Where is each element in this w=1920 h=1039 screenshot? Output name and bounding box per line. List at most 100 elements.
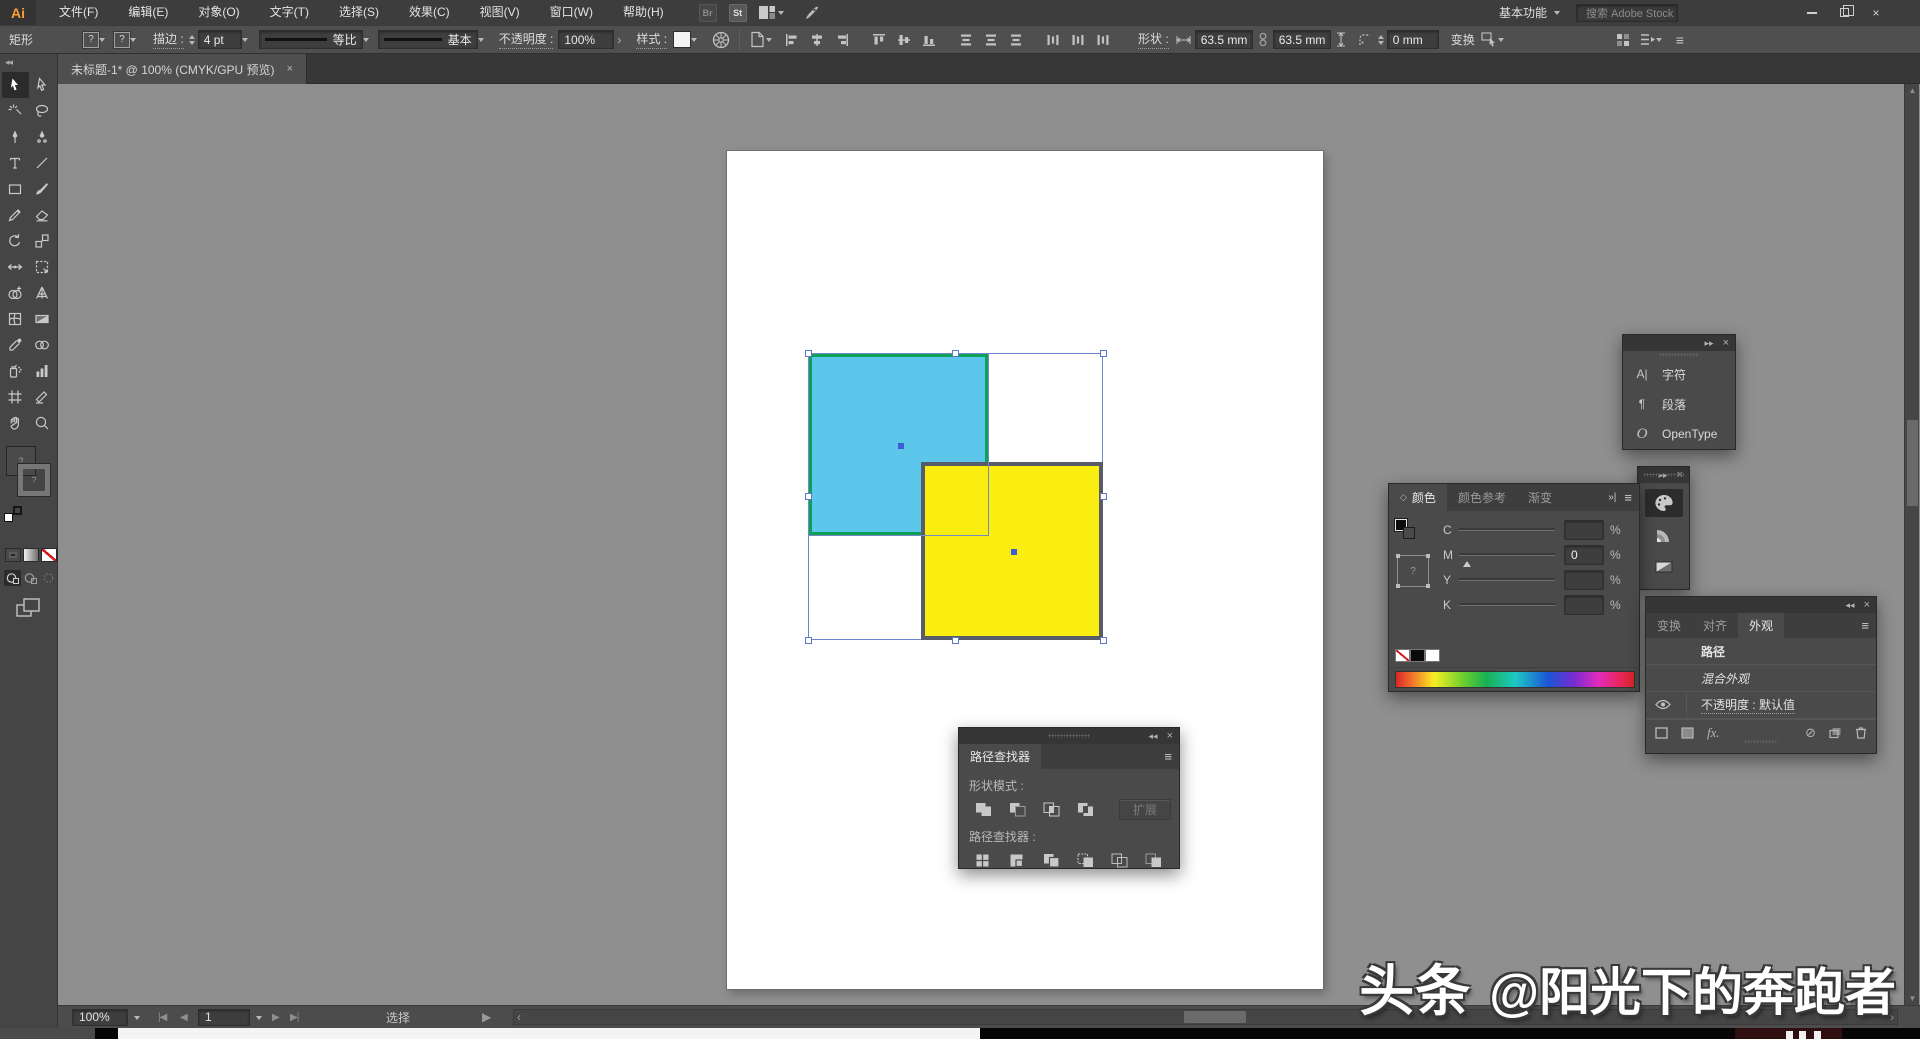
none-mode-button[interactable] — [41, 548, 57, 562]
next-artboard-button[interactable]: ▶ — [272, 1008, 279, 1026]
shape-label[interactable]: 形状 : — [1138, 30, 1169, 49]
color-menu-icon[interactable]: ≡ — [1624, 490, 1632, 505]
channel-slider[interactable] — [1459, 528, 1555, 531]
selection-handle[interactable] — [952, 350, 959, 357]
black-swatch[interactable] — [1410, 649, 1425, 662]
rectangle-tool[interactable] — [2, 176, 29, 202]
document-setup-icon[interactable] — [749, 31, 772, 48]
arrange-documents-icon[interactable] — [759, 6, 784, 19]
gradient-mode-button[interactable] — [23, 548, 39, 562]
arrange-documents-caret-icon[interactable] — [778, 11, 784, 18]
magic-wand-tool[interactable] — [2, 98, 29, 124]
document-tab[interactable]: 未标题-1* @ 100% (CMYK/GPU 预览) × — [58, 54, 307, 84]
channel-slider[interactable] — [1459, 553, 1555, 556]
appearance-collapse-icon[interactable]: ◂◂ — [1846, 600, 1855, 611]
color-collapse-icon[interactable]: ◇ — [1400, 492, 1407, 503]
tab-对齐[interactable]: 对齐 — [1692, 613, 1738, 638]
column-graph-tool[interactable] — [29, 358, 56, 384]
menu-item-8[interactable]: 帮助(H) — [608, 0, 679, 25]
align-v-bottom-icon[interactable] — [919, 31, 939, 49]
appearance-row-mixed[interactable]: 混合外观 — [1646, 665, 1876, 692]
draw-inside-icon[interactable] — [40, 570, 57, 586]
outline-button[interactable] — [1107, 850, 1131, 870]
rotate-tool[interactable] — [2, 228, 29, 254]
shape-width-field[interactable]: 63.5 mm — [1195, 30, 1253, 49]
fill-color-swatch[interactable]: ? — [83, 32, 99, 48]
scale-tool[interactable] — [29, 228, 56, 254]
selection-handle[interactable] — [1100, 493, 1107, 500]
close-button[interactable]: × — [1860, 0, 1892, 25]
shape-builder-tool[interactable] — [2, 280, 29, 306]
clear-appearance-icon[interactable]: ⊘ — [1805, 725, 1816, 741]
app-logo[interactable]: Ai — [0, 0, 36, 25]
channel-slider[interactable] — [1459, 603, 1555, 606]
selection-handle[interactable] — [1100, 637, 1107, 644]
type-dock-expand-icon[interactable]: ▸▸ — [1705, 338, 1714, 349]
gpu-performance-icon[interactable] — [804, 5, 820, 21]
opacity-field[interactable]: 100% — [558, 30, 614, 49]
tab-外观[interactable]: 外观 — [1738, 613, 1784, 638]
fill-color-caret-icon[interactable] — [99, 38, 105, 45]
corner-radius-stepper[interactable] — [1378, 32, 1384, 48]
artboard-number-field[interactable]: 1 — [198, 1009, 250, 1026]
more-tabs-icon[interactable]: »| — [1608, 492, 1616, 503]
artboard-tool[interactable] — [2, 384, 29, 410]
stroke-weight-caret-icon[interactable] — [242, 38, 248, 45]
tab-color-guide[interactable]: 颜色参考 — [1447, 484, 1517, 511]
last-artboard-button[interactable]: ▶| — [290, 1008, 298, 1026]
menu-item-3[interactable]: 文字(T) — [255, 0, 324, 25]
type-tool[interactable] — [2, 150, 29, 176]
eyedropper-tool[interactable] — [2, 332, 29, 358]
opacity-row-label[interactable]: 不透明度 : 默认值 — [1701, 696, 1795, 714]
dist-v-bottom-icon[interactable] — [1006, 31, 1026, 49]
selection-handle[interactable] — [805, 350, 812, 357]
selection-handle[interactable] — [805, 493, 812, 500]
appearance-row-opacity[interactable]: 不透明度 : 默认值 — [1646, 692, 1876, 719]
add-effect-button[interactable]: fx. — [1707, 725, 1720, 741]
crop-button[interactable] — [1073, 850, 1097, 870]
align-h-left-icon[interactable] — [782, 31, 802, 49]
cyan-center-point[interactable] — [898, 443, 904, 449]
selection-handle[interactable] — [1100, 350, 1107, 357]
pathfinder-menu-icon[interactable]: ≡ — [1157, 744, 1179, 769]
align-h-center-icon[interactable] — [807, 31, 827, 49]
color-stroke-proxy[interactable]: ? — [1397, 555, 1429, 587]
dist-h-center-icon[interactable] — [1068, 31, 1088, 49]
dock-item-OpenType[interactable]: OOpenType — [1623, 419, 1735, 449]
appearance-close-icon[interactable]: × — [1864, 600, 1870, 611]
type-dock-close-icon[interactable]: × — [1723, 338, 1729, 349]
duplicate-item-icon[interactable] — [1829, 727, 1842, 739]
stock-badge-icon[interactable]: St — [729, 4, 747, 22]
panel-close-icon[interactable]: × — [1167, 731, 1173, 742]
add-stroke-icon[interactable] — [1655, 727, 1668, 739]
dist-h-left-icon[interactable] — [1043, 31, 1063, 49]
style-label[interactable]: 样式 : — [636, 30, 667, 49]
draw-behind-icon[interactable] — [22, 570, 39, 586]
opacity-more-icon[interactable]: › — [617, 33, 621, 47]
screen-mode-icon[interactable] — [16, 598, 57, 618]
line-segment-tool[interactable] — [29, 150, 56, 176]
align-h-right-icon[interactable] — [832, 31, 852, 49]
expand-button[interactable]: 扩展 — [1119, 799, 1171, 820]
document-setup-caret-icon[interactable] — [766, 38, 772, 45]
vertical-scroll-thumb[interactable] — [1907, 420, 1918, 506]
pen-tool[interactable] — [2, 124, 29, 150]
channel-value-field[interactable]: 0 — [1564, 545, 1604, 565]
paintbrush-tool[interactable] — [29, 176, 56, 202]
stock-search-input[interactable]: 搜索 Adobe Stock — [1576, 4, 1678, 22]
restore-button[interactable] — [1828, 0, 1860, 25]
panel-dock-icon[interactable] — [1640, 33, 1662, 46]
dist-v-top-icon[interactable] — [956, 31, 976, 49]
symbol-sprayer-tool[interactable] — [2, 358, 29, 384]
shaper-tool[interactable] — [2, 202, 29, 228]
brush-select[interactable]: 基本 — [378, 30, 478, 49]
stroke-color-swatch[interactable]: ? — [114, 32, 130, 48]
intersect-button[interactable] — [1039, 800, 1063, 820]
add-fill-icon[interactable] — [1681, 727, 1694, 739]
none-swatch[interactable] — [1395, 649, 1410, 662]
zoom-tool[interactable] — [29, 410, 56, 436]
white-swatch[interactable] — [1425, 649, 1440, 662]
scroll-down-icon[interactable]: ▼ — [1905, 994, 1920, 1003]
stroke-proxy-swatch[interactable]: ? — [18, 464, 50, 496]
minus-back-button[interactable] — [1141, 850, 1165, 870]
